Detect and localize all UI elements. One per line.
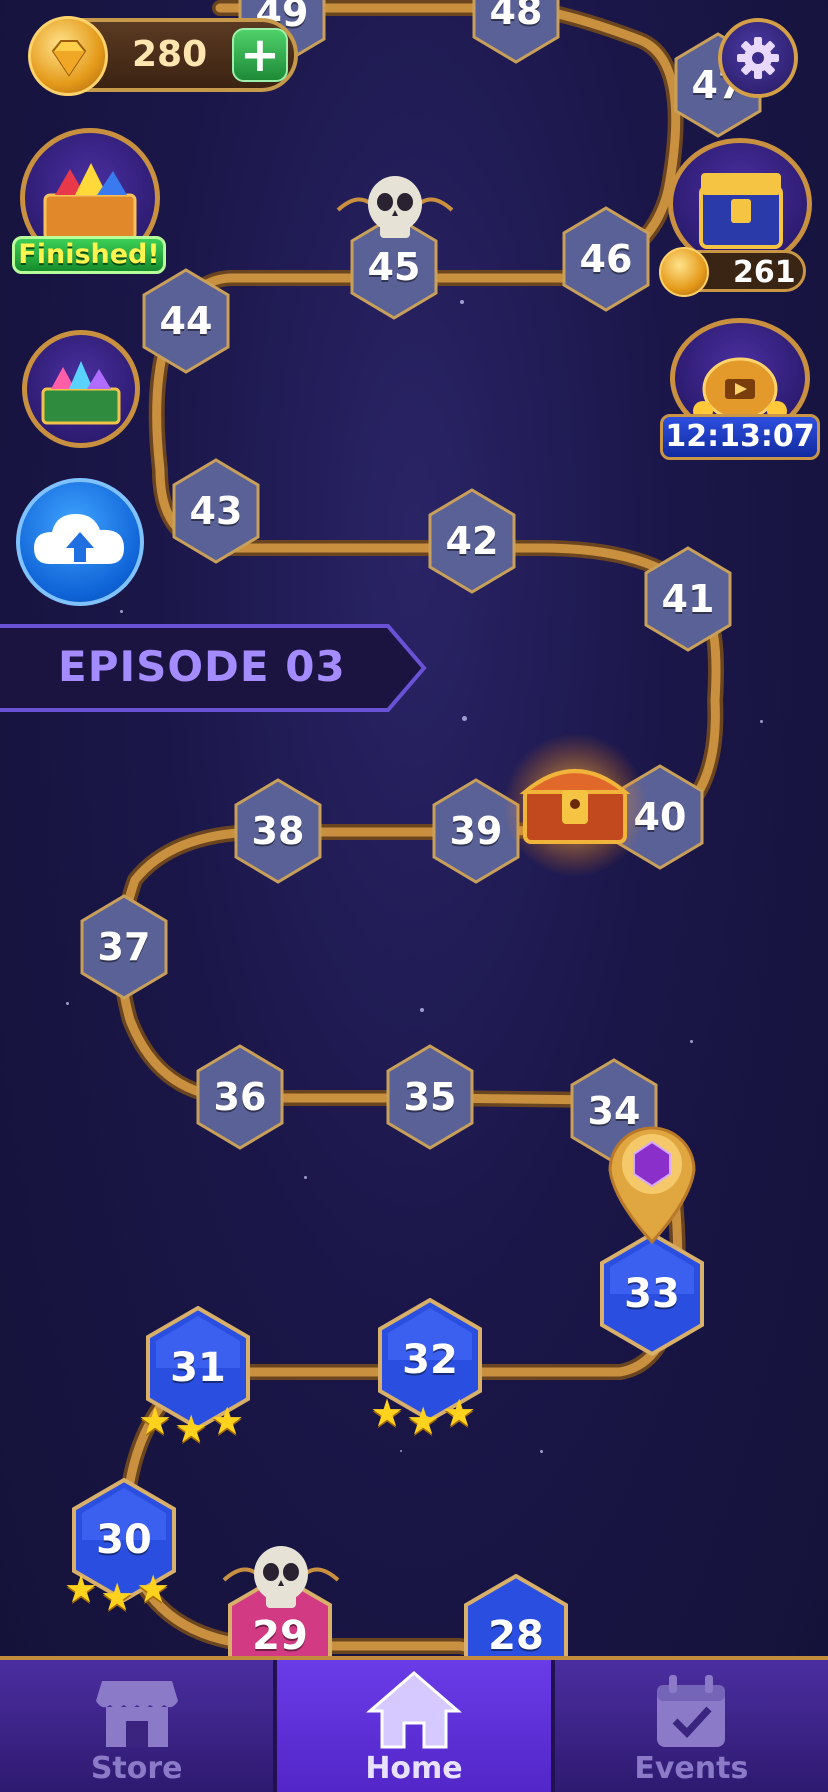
level-48[interactable]: 48: [470, 0, 562, 64]
gem-currency: 280 +: [28, 16, 298, 96]
star-icon: ★: [442, 1391, 477, 1435]
level-number: 46: [579, 237, 633, 281]
level-number: 31: [170, 1345, 226, 1391]
level-number: 41: [661, 577, 715, 621]
level-36[interactable]: 36: [194, 1044, 286, 1150]
settings-button[interactable]: [718, 18, 798, 98]
level-number: 32: [402, 1337, 458, 1383]
level-number: 37: [97, 925, 151, 969]
level-number: 43: [189, 489, 243, 533]
episode-banner: EPISODE 03: [0, 622, 430, 714]
level-41[interactable]: 41: [642, 546, 734, 652]
level-42[interactable]: 42: [426, 488, 518, 594]
level-number: 35: [403, 1075, 457, 1119]
treasure-chest-icon[interactable]: [500, 730, 650, 880]
tab-events-label: Events: [634, 1751, 749, 1786]
star-icon: ★: [370, 1391, 405, 1435]
level-31-stars: ★ ★ ★: [138, 1402, 244, 1448]
level-44[interactable]: 44: [140, 268, 232, 374]
player-marker-icon: [608, 1126, 696, 1244]
calendar-check-icon: [657, 1675, 726, 1747]
level-number: 44: [159, 299, 213, 343]
level-38[interactable]: 38: [232, 778, 324, 884]
skull-icon: [222, 1546, 340, 1608]
skull-icon: [336, 176, 454, 238]
star-icon: ★: [64, 1567, 99, 1611]
level-33[interactable]: 33: [598, 1232, 706, 1356]
bottom-navigation: Store Home Events: [0, 1656, 828, 1792]
star-icon: ★: [100, 1575, 135, 1619]
level-37[interactable]: 37: [78, 894, 170, 1000]
cloud-upload-icon: [34, 514, 124, 564]
level-number: 30: [96, 1517, 152, 1563]
star-icon: ★: [210, 1399, 245, 1443]
vault-count: 261: [733, 255, 796, 290]
level-number: 38: [251, 809, 305, 853]
tab-home[interactable]: Home: [277, 1660, 551, 1792]
star-icon: ★: [138, 1399, 173, 1443]
level-number: 36: [213, 1075, 267, 1119]
episode-title: EPISODE 03: [58, 642, 346, 691]
star-icon: ★: [406, 1399, 441, 1443]
level-32-stars: ★ ★ ★: [370, 1394, 476, 1440]
tab-home-label: Home: [365, 1751, 463, 1786]
level-43[interactable]: 43: [170, 458, 262, 564]
vault-chest-icon: [699, 173, 783, 249]
gem-icon: [659, 247, 709, 297]
level-number: 28: [488, 1613, 544, 1659]
level-number: 29: [252, 1613, 308, 1659]
level-46[interactable]: 46: [560, 206, 652, 312]
level-number: 33: [624, 1271, 680, 1317]
level-number: 45: [367, 245, 421, 289]
tab-store-label: Store: [90, 1751, 183, 1786]
finished-badge: Finished!: [12, 236, 166, 274]
level-35[interactable]: 35: [384, 1044, 476, 1150]
star-icon: ★: [136, 1567, 171, 1611]
gem-chest-button[interactable]: [22, 330, 140, 448]
vault-gem-count: 261: [659, 247, 806, 297]
home-icon: [365, 1671, 463, 1749]
reward-timer: 12:13:07: [660, 414, 820, 460]
level-30-stars: ★ ★ ★: [64, 1570, 170, 1616]
store-icon: [95, 1681, 178, 1747]
level-number: 39: [449, 809, 503, 853]
gem-icon: [28, 16, 108, 96]
star-icon: ★: [174, 1407, 209, 1451]
gear-icon: [737, 37, 779, 79]
tab-events[interactable]: Events: [555, 1660, 828, 1792]
tab-store[interactable]: Store: [0, 1660, 273, 1792]
level-number: 48: [489, 0, 543, 33]
gem-count: 280: [132, 34, 208, 75]
cloud-save-button[interactable]: [16, 478, 144, 606]
level-number: 42: [445, 519, 499, 563]
gem-chest-icon: [41, 361, 121, 425]
add-gems-button[interactable]: +: [232, 27, 288, 83]
